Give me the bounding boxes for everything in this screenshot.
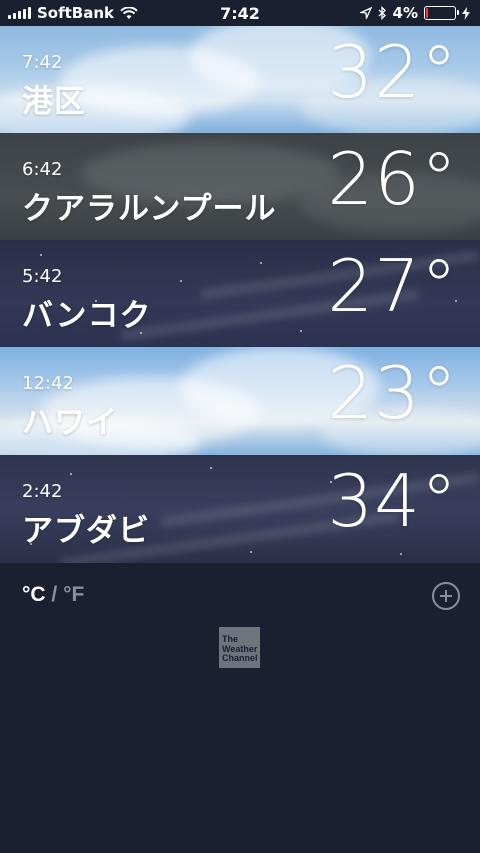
city-name: 港区 xyxy=(22,84,86,120)
city-temperature: 27° xyxy=(327,244,458,328)
city-row-abu-dhabi[interactable]: 2:42 アブダビ 34° xyxy=(0,455,480,563)
city-row-kuala-lumpur[interactable]: 6:42 クアラルンプール 26° xyxy=(0,133,480,240)
weather-channel-logo[interactable]: The Weather Channel xyxy=(219,627,260,668)
city-name: バンコク xyxy=(22,298,152,334)
carrier-label: SoftBank xyxy=(37,4,115,22)
city-local-time: 12:42 xyxy=(22,373,74,394)
city-temperature: 23° xyxy=(327,351,458,435)
city-row-minato[interactable]: 7:42 港区 32° xyxy=(0,26,480,133)
city-local-time: 5:42 xyxy=(22,266,63,287)
city-name: クアラルンプール xyxy=(22,191,277,227)
battery-level xyxy=(426,8,429,18)
city-temperature: 34° xyxy=(327,459,458,543)
bluetooth-icon xyxy=(378,6,386,20)
battery-icon xyxy=(424,6,459,20)
charging-icon xyxy=(462,6,470,20)
status-left: SoftBank xyxy=(8,4,138,22)
location-arrow-icon xyxy=(359,7,372,19)
unit-fahrenheit[interactable]: °F xyxy=(63,583,84,606)
city-name: アブダビ xyxy=(22,513,150,549)
status-time: 7:42 xyxy=(220,3,260,23)
unit-separator: / xyxy=(51,583,58,606)
unit-toggle[interactable]: °C / °F xyxy=(22,583,84,607)
logo-line: Channel xyxy=(222,653,258,663)
city-local-time: 2:42 xyxy=(22,481,63,502)
city-local-time: 6:42 xyxy=(22,159,63,180)
add-city-button[interactable] xyxy=(432,582,460,610)
status-bar: SoftBank 7:42 4% xyxy=(0,0,480,26)
city-temperature: 26° xyxy=(327,137,458,221)
status-right: 4% xyxy=(359,4,470,22)
signal-icon xyxy=(8,7,31,19)
city-row-bangkok[interactable]: 5:42 バンコク 27° xyxy=(0,240,480,347)
city-row-hawaii[interactable]: 12:42 ハワイ 23° xyxy=(0,347,480,455)
unit-celsius[interactable]: °C xyxy=(22,583,46,606)
city-local-time: 7:42 xyxy=(22,52,63,73)
city-temperature: 32° xyxy=(327,30,458,114)
city-name: ハワイ xyxy=(22,405,118,441)
footer: °C / °F The Weather Channel xyxy=(0,563,480,853)
battery-percent: 4% xyxy=(392,4,418,22)
wifi-icon xyxy=(120,6,138,19)
